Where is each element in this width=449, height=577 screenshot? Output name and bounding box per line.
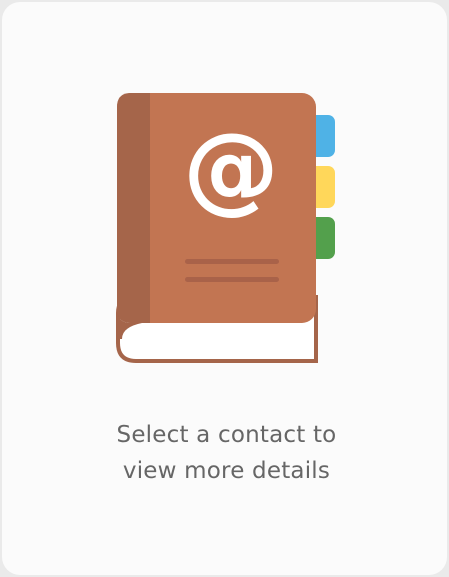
book-spine: [117, 93, 150, 323]
empty-state-message-line-1: Select a contact to: [116, 422, 337, 448]
empty-state-message: Select a contact to view more details: [2, 417, 449, 489]
at-sign-glyph: @: [183, 112, 279, 224]
empty-state-panel: @ Select a contact to view more details: [2, 2, 447, 575]
address-book-icon: @: [116, 93, 335, 363]
cover-line-1: [185, 259, 279, 264]
empty-state-message-line-2: view more details: [122, 458, 331, 484]
cover-line-2: [185, 277, 279, 282]
